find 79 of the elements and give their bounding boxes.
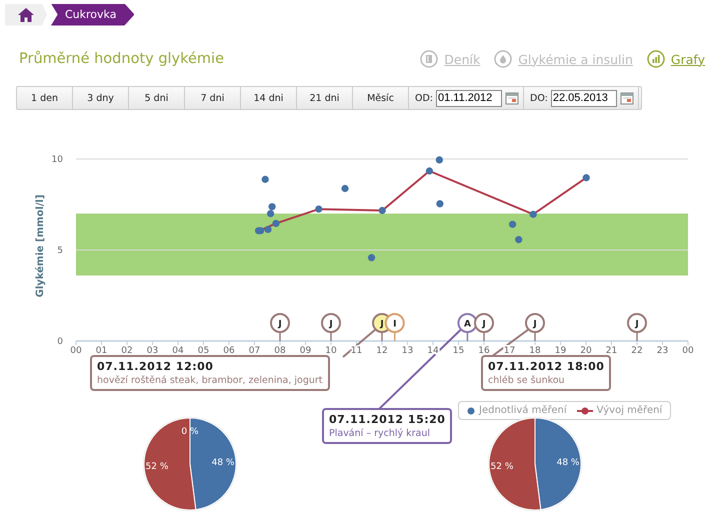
x-tick-label: 14 xyxy=(427,346,439,356)
x-tick-label: 05 xyxy=(198,346,210,356)
calendar-icon[interactable] xyxy=(505,91,519,105)
x-tick-label: 18 xyxy=(529,346,541,356)
data-point[interactable] xyxy=(268,203,276,210)
x-tick-label: 13 xyxy=(402,346,414,356)
x-tick-label: 19 xyxy=(554,346,566,356)
page-title: Průměrné hodnoty glykémie xyxy=(19,51,224,67)
data-point[interactable] xyxy=(315,205,322,213)
y-axis-title: Glykémie [mmol/l] xyxy=(35,194,46,298)
x-tick-label: 10 xyxy=(325,346,337,356)
range-button[interactable]: Měsíc xyxy=(353,87,409,109)
data-point[interactable] xyxy=(378,206,386,214)
range-button[interactable]: 21 dni xyxy=(297,87,353,109)
x-tick-label: 11 xyxy=(350,346,362,356)
data-point[interactable] xyxy=(426,167,434,175)
data-point[interactable] xyxy=(262,176,269,183)
data-point[interactable] xyxy=(257,227,264,234)
home-icon xyxy=(18,8,34,22)
home-button[interactable] xyxy=(5,4,47,26)
x-tick-label: 23 xyxy=(656,346,668,356)
x-tick-label: 03 xyxy=(146,346,158,356)
data-point[interactable] xyxy=(530,210,537,218)
x-tick-label: 01 xyxy=(96,346,108,356)
date-label: OD: xyxy=(415,92,433,104)
y-tick-label: 0 xyxy=(57,337,63,347)
book-icon xyxy=(420,50,438,68)
x-tick-label: 15 xyxy=(452,346,464,356)
tooltip-time: 07.11.2012 15:20 xyxy=(329,413,446,426)
data-point[interactable] xyxy=(341,184,349,192)
range-button[interactable]: 5 dni xyxy=(129,87,185,109)
x-tick-label: 00 xyxy=(70,346,82,356)
range-button[interactable]: 14 dni xyxy=(241,87,297,109)
range-button[interactable]: 1 den xyxy=(17,87,73,109)
tooltip-text: chléb se šunkou xyxy=(488,375,566,386)
data-point[interactable] xyxy=(266,210,274,218)
slice-label: 48 % xyxy=(212,458,234,468)
x-tick-label: 22 xyxy=(631,346,643,356)
x-tick-label: 21 xyxy=(606,346,618,356)
x-tick-label: 20 xyxy=(580,346,592,356)
data-point[interactable] xyxy=(582,174,590,182)
date-field[interactable]: 01.11.2012 xyxy=(436,90,502,106)
x-tick-label: 08 xyxy=(274,346,286,356)
drop-icon xyxy=(494,50,512,68)
x-tick-label: 09 xyxy=(300,346,312,356)
x-tick-label: 04 xyxy=(172,346,184,356)
range-button[interactable]: 7 dni xyxy=(185,87,241,109)
data-point[interactable] xyxy=(515,236,522,244)
x-tick-label: 12 xyxy=(376,346,388,356)
legend-dot-icon xyxy=(467,406,475,414)
x-tick-label: 02 xyxy=(121,346,133,356)
bar-chart-icon xyxy=(646,50,665,68)
x-tick-label: 17 xyxy=(504,346,516,356)
y-tick-label: 10 xyxy=(52,155,63,165)
legend-line-icon xyxy=(576,406,593,414)
y-tick-label: 5 xyxy=(57,246,63,256)
data-point[interactable] xyxy=(436,200,444,208)
data-point[interactable] xyxy=(264,226,272,234)
tooltip-time: 07.11.2012 18:00 xyxy=(488,360,604,373)
x-tick-label: 16 xyxy=(478,346,490,356)
slice-label: 0 % xyxy=(181,426,199,437)
breadcrumb-current[interactable]: Cukrovka xyxy=(51,4,134,26)
tooltip-text: hovězí roštěná steak, brambor, zelenina, jogurt xyxy=(97,375,323,386)
data-point[interactable] xyxy=(436,156,443,164)
data-point[interactable] xyxy=(508,220,516,228)
calendar-icon[interactable] xyxy=(620,91,634,105)
slice-label: 52 % xyxy=(146,462,168,472)
date-label: DO: xyxy=(530,92,548,104)
range-button[interactable]: 3 dny xyxy=(73,87,129,109)
date-field[interactable]: 22.05.2013 xyxy=(550,90,617,106)
x-tick-label: 00 xyxy=(682,346,694,356)
slice-label: 52 % xyxy=(490,462,514,472)
tooltip-time: 07.11.2012 12:00 xyxy=(97,360,214,373)
data-point[interactable] xyxy=(272,220,280,228)
data-point[interactable] xyxy=(368,254,376,262)
slice-label: 48 % xyxy=(556,458,580,468)
x-tick-label: 06 xyxy=(223,346,235,356)
x-tick-label: 07 xyxy=(248,346,260,356)
tooltip-text: Plavání – rychlý kraul xyxy=(329,428,432,439)
